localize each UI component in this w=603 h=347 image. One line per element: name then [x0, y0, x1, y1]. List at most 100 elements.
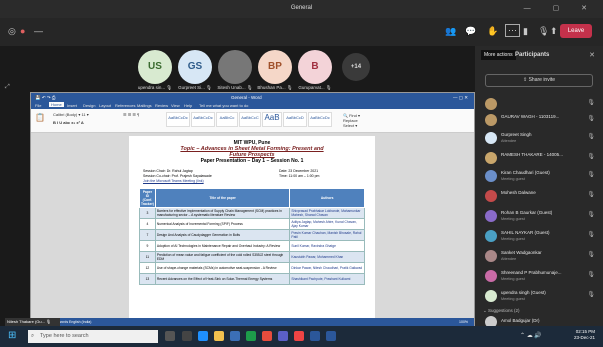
word-icon[interactable]: [310, 331, 320, 341]
paste-icon[interactable]: 📋: [35, 113, 45, 122]
avatar-gurpreet[interactable]: GS: [178, 50, 212, 84]
table-row: 11 Prediction of mean value and fatigue …: [139, 251, 365, 263]
system-tray-icons[interactable]: ⌃ ☁ 🔊: [520, 332, 542, 339]
style-no-spacing[interactable]: AaBbCcDc: [191, 112, 215, 127]
tab-review[interactable]: Review: [155, 103, 168, 108]
participant-avatar: [485, 250, 497, 262]
taskbar-clock[interactable]: 02:15 PM 23-Dec-21: [574, 329, 595, 341]
window-controls[interactable]: — ▢ ✕: [524, 4, 597, 12]
participant-row[interactable]: Kiran Chaudhari (Guest) Meeting guest 🎙: [475, 168, 603, 186]
participant-avatar: [485, 290, 497, 302]
table-row: 12 Use of shape-change materials (SCMs) …: [139, 262, 365, 274]
style-subtitle[interactable]: AaBbCcD: [283, 112, 307, 127]
share-invite-button[interactable]: ⇪ Share invite: [485, 74, 593, 87]
header-authors: Authors: [289, 188, 365, 208]
quick-access-icons[interactable]: 💾 ↶ ↷ ⎙: [35, 95, 56, 101]
word-icon-2[interactable]: [326, 331, 336, 341]
format-buttons[interactable]: B I U abc x₂ x² A: [53, 120, 84, 125]
tab-insert[interactable]: Insert: [67, 103, 77, 108]
participant-avatar: [485, 170, 497, 182]
mic-off-icon: 🎙: [587, 154, 595, 160]
participant-row[interactable]: RAMESH THAKARE - 14005... 🎙: [475, 150, 603, 168]
camera-icon[interactable]: ▮: [523, 26, 528, 37]
cell-title: Prediction of mean value and fatigue coe…: [154, 251, 291, 263]
cortana-icon[interactable]: [165, 331, 175, 341]
task-view-icon[interactable]: [182, 331, 192, 341]
avatar-upendra[interactable]: US: [138, 50, 172, 84]
participant-row[interactable]: SAHIL NAYKAR (Guest) Meeting guest 🎙: [475, 228, 603, 246]
tab-layout[interactable]: Layout: [99, 103, 111, 108]
participant-avatar: [485, 132, 497, 144]
mic-off-icon: 🎙: [587, 292, 595, 298]
tab-file[interactable]: File: [35, 103, 41, 108]
paragraph-controls[interactable]: ☰ ☰ ☰ ¶: [123, 112, 139, 117]
taskbar-search[interactable]: ⌕ Type here to search: [28, 330, 158, 343]
meeting-link[interactable]: Join the Microsoft Teams Meeting (link): [143, 179, 204, 183]
participant-row[interactable]: Mohesh Dalwane 🎙: [475, 188, 603, 206]
tab-view[interactable]: View: [171, 103, 180, 108]
close-icon[interactable]: ✕: [589, 51, 595, 59]
word-window-controls[interactable]: — ▢ ✕: [453, 95, 468, 101]
cell-authors: Shashikant Pachpute, Prashant Kulkarni: [289, 273, 365, 285]
more-actions-icon[interactable]: ⋯: [505, 24, 520, 37]
style-heading-1[interactable]: AaBbCc: [216, 112, 238, 127]
avatar-guruparvat[interactable]: B: [298, 50, 332, 84]
style-subtle-emphasis[interactable]: AaBbCcDc: [308, 112, 332, 127]
document-canvas[interactable]: MIT WPU, Pune Topic – Advances in Sheet …: [31, 133, 474, 318]
header-title: Title of the paper: [154, 188, 291, 208]
powerpoint-icon[interactable]: [294, 331, 304, 341]
edge-icon[interactable]: [198, 331, 208, 341]
participant-row[interactable]: Rohan B Gaurkar (Guest) Meeting guest 🎙: [475, 208, 603, 226]
mic-off-icon: 🎙: [587, 172, 595, 178]
windows-start-icon[interactable]: ⊞: [8, 330, 16, 341]
avatar-sitesh-photo[interactable]: [218, 50, 252, 84]
tell-me-box[interactable]: Tell me what you want to do: [199, 103, 248, 108]
style-title[interactable]: AaB: [262, 112, 282, 127]
avatar-bhushan[interactable]: BP: [258, 50, 292, 84]
style-normal[interactable]: AaBbCcDc: [166, 112, 190, 127]
participant-row[interactable]: Sanket Wadgaonkar Attendee 🎙: [475, 248, 603, 266]
cell-id: 3: [139, 207, 156, 219]
more-participants-badge[interactable]: +14: [342, 53, 370, 81]
leave-button[interactable]: Leave: [560, 24, 592, 38]
participant-row[interactable]: GAURAV WAGH - 1103119... 🎙: [475, 112, 603, 130]
file-explorer-icon[interactable]: [214, 331, 224, 341]
tab-design[interactable]: Design: [83, 103, 95, 108]
tab-references[interactable]: References: [115, 103, 135, 108]
tab-help[interactable]: Help: [184, 103, 192, 108]
tab-mailings[interactable]: Mailings: [137, 103, 152, 108]
participant-avatar: [485, 190, 497, 202]
cell-title: Use of shape-change materials (SCMs) in …: [154, 262, 291, 274]
document-page[interactable]: MIT WPU, Pune Topic – Advances in Sheet …: [129, 136, 375, 318]
mic-off-icon: 🎙: [587, 116, 595, 122]
session-date: Date: 23 December 2021: [279, 169, 319, 173]
chrome-icon[interactable]: [262, 331, 272, 341]
excel-icon[interactable]: [246, 331, 256, 341]
cell-id: 7: [139, 229, 156, 241]
teams-icon[interactable]: [278, 331, 288, 341]
style-heading-2[interactable]: AaBbCcC: [239, 112, 261, 127]
participant-row[interactable]: Gurpreet Singh Attendee 🎙: [475, 130, 603, 148]
session-chair: Session Chair: Dr. Rahul Jagtap: [143, 169, 193, 173]
cell-authors: Sunil Kumar, Ravindra Ghatge: [289, 240, 365, 252]
participant-row[interactable]: Shreenand P Prabhumunaje... Meeting guest…: [475, 268, 603, 286]
participant-row[interactable]: upendra singh (Guest) Meeting guest 🎙: [475, 288, 603, 306]
table-header-row: Paper ID (Conf. Tracker) Title of the pa…: [139, 188, 365, 208]
avatar-name: Guruparvat... 🎙: [298, 85, 332, 90]
mic-off-icon: 🎙: [587, 252, 595, 258]
mic-off-icon: 🎙: [587, 134, 595, 140]
word-titlebar: 💾 ↶ ↷ ⎙ General - Word — ▢ ✕: [31, 93, 474, 102]
font-controls[interactable]: Calibri (Body) ▾ 11 ▾: [53, 112, 89, 117]
tab-home[interactable]: Home: [49, 102, 64, 107]
zoom-level[interactable]: 100%: [459, 320, 468, 324]
participant-avatar: [485, 152, 497, 164]
mic-off-icon: 🎙: [587, 232, 595, 238]
table-row: 7 Design And Analysis of Caudydagger Gen…: [139, 229, 365, 241]
store-icon[interactable]: [230, 331, 240, 341]
share-tray-icon[interactable]: ⬆: [550, 26, 558, 37]
raise-hand-icon[interactable]: ✋: [487, 26, 498, 37]
editing-group[interactable]: 🔍 Find ▾ Replace Select ▾: [343, 113, 360, 128]
mic-off-icon: 🎙: [587, 212, 595, 218]
mic-icon[interactable]: 🎙: [538, 26, 549, 37]
table-row: 4 Numerical Analysis of Incremental Form…: [139, 218, 365, 230]
